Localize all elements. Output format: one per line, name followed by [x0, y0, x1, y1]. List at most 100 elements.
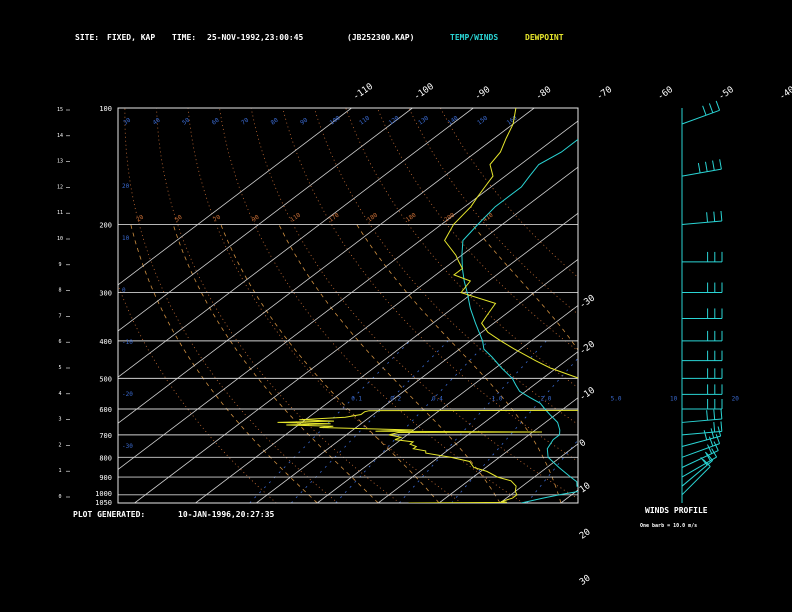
mixing-ratio-label: 2.0 [540, 395, 551, 402]
upper-theta2-label: 90 [251, 214, 261, 224]
wind-barb-staff [681, 109, 720, 125]
height-tick-label: 7 [58, 313, 61, 319]
mixing-ratio-label: 0.4 [432, 395, 443, 402]
dry-adiabat-line [440, 108, 578, 278]
pressure-tick-label: 400 [99, 338, 112, 346]
upper-theta-label: 120 [388, 114, 401, 126]
wind-barb-flag [720, 408, 723, 419]
temperature-tick-label: 30 [578, 573, 593, 587]
temperature-tick-label: 20 [578, 527, 593, 541]
left-blue-label: 0 [122, 287, 126, 294]
wind-barb-flag [719, 159, 722, 170]
height-tick-label: 9 [58, 262, 61, 268]
moist-adiabat-line [220, 224, 440, 503]
pressure-tick-label: 200 [99, 221, 112, 229]
dry-adiabat-line [187, 108, 462, 503]
height-tick-label: 2 [58, 442, 61, 448]
upper-theta2-label: 70 [212, 214, 222, 224]
height-tick-label: 13 [57, 159, 63, 165]
pressure-tick-label: 500 [99, 375, 112, 383]
wind-barb-flag [713, 422, 716, 433]
skew-t-diagram: 1002003004005006007008009001000105001234… [57, 82, 792, 588]
upper-theta2-label: 170 [328, 211, 341, 223]
temperature-tick-label: 10 [578, 481, 593, 495]
temperature-tick-label: -50 [717, 85, 736, 103]
temperature-tick-label: -100 [412, 82, 436, 103]
left-blue-label: -20 [122, 391, 133, 398]
height-tick-label: 14 [57, 133, 63, 139]
temperature-trace [461, 138, 578, 503]
wind-barb-flag [713, 409, 716, 420]
temperature-tick-label: -60 [656, 85, 675, 103]
wind-barb-staff [681, 456, 717, 478]
plot-frame [117, 107, 579, 504]
mixing-ratio-label: 0.1 [351, 395, 362, 402]
upper-theta2-label: 20 [135, 214, 145, 224]
height-tick-label: 4 [58, 391, 61, 397]
wind-barb-flag [715, 100, 721, 111]
moist-adiabat-line [130, 224, 318, 503]
temperature-tick-label: -80 [534, 85, 553, 103]
mixing-ratio-label: 0.2 [390, 395, 401, 402]
mixing-ratio-label: 5.0 [611, 395, 622, 402]
pressure-tick-label: 100 [99, 105, 112, 113]
upper-theta2-label: 110 [289, 211, 302, 223]
upper-theta-label: 70 [240, 117, 250, 127]
moist-adiabat-line [649, 224, 698, 503]
upper-theta-label: 40 [152, 117, 162, 127]
moist-adiabat-line [356, 224, 562, 503]
upper-theta2-label: 180 [366, 211, 379, 223]
left-blue-label: -10 [122, 339, 133, 346]
height-tick-label: 11 [57, 210, 63, 216]
upper-theta-label: 130 [417, 114, 430, 126]
isotherm-line [118, 108, 352, 286]
height-tick-label: 12 [57, 184, 63, 190]
pressure-tick-label: 600 [99, 406, 112, 414]
dry-adiabat-line [408, 108, 578, 315]
pressure-tick-label: 1000 [95, 490, 112, 498]
mixing-ratio-line [526, 439, 578, 503]
wind-barb-flag [703, 430, 708, 440]
isotherm-line [438, 397, 578, 503]
wind-barb-flag [715, 434, 721, 444]
height-tick-label: 5 [58, 365, 61, 371]
left-blue-label: 20 [122, 183, 130, 190]
mixing-ratio-line [398, 340, 547, 503]
dry-adiabat-line [219, 108, 524, 503]
wind-barb-flag [720, 421, 723, 432]
wind-barb-flag [720, 210, 723, 221]
temperature-tick-label: -40 [778, 85, 792, 103]
pressure-tick-label: 800 [99, 454, 112, 462]
wind-barb-flag [713, 441, 719, 451]
dry-adiabat-line [313, 108, 578, 425]
height-tick-label: 10 [57, 236, 63, 242]
temperature-tick-label: -90 [473, 85, 492, 103]
temperature-tick-label: 0 [578, 438, 588, 449]
wind-barb-staff [681, 418, 722, 423]
upper-theta-label: 150 [476, 114, 489, 126]
upper-theta-label: 50 [181, 117, 191, 127]
temperature-tick-label: -10 [578, 386, 597, 404]
dewpoint-trace [277, 108, 578, 503]
mixing-ratio-label: 10 [670, 395, 678, 402]
upper-theta-label: 100 [329, 114, 342, 126]
left-blue-label: 10 [122, 235, 130, 242]
isotherm-line [499, 443, 578, 503]
mixing-ratio-label: 1.0 [492, 395, 503, 402]
upper-theta-label: 60 [211, 117, 221, 127]
upper-theta-label: 90 [299, 117, 309, 127]
wind-barb-flag [712, 160, 715, 171]
wind-barb-staff [681, 466, 711, 496]
dry-adiabat-line [118, 283, 277, 503]
upper-theta2-label: 200 [443, 211, 456, 223]
height-tick-label: 1 [58, 468, 61, 474]
wind-barb-flag [706, 410, 709, 421]
height-tick-label: 0 [58, 494, 61, 500]
mixing-ratio-line [249, 340, 411, 503]
isotherm-line [118, 108, 413, 332]
wind-barb-flag [708, 103, 714, 113]
wind-barb-flag [713, 211, 716, 222]
moist-adiabat-line [744, 224, 792, 503]
wind-barb-flag [707, 444, 713, 454]
isotherm-line [118, 108, 474, 378]
